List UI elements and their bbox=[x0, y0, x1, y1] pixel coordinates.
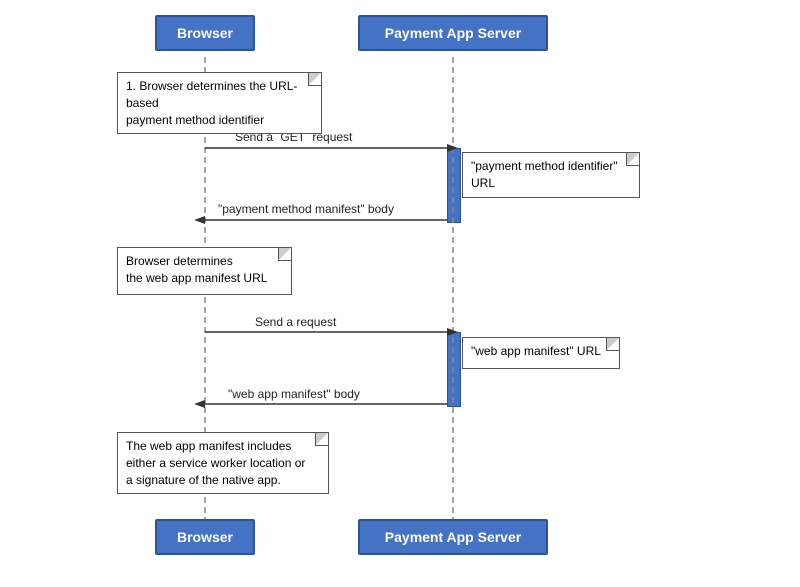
note-3: The web app manifest includes either a s… bbox=[117, 432, 329, 494]
browser-lifeline-top: Browser bbox=[155, 15, 255, 51]
sequence-diagram: Browser Payment App Server Browser Payme… bbox=[0, 0, 800, 587]
note-2: Browser determines the web app manifest … bbox=[117, 247, 292, 295]
browser-lifeline-bottom: Browser bbox=[155, 519, 255, 555]
activation-box-2 bbox=[447, 332, 461, 407]
msg3-label: Send a request bbox=[255, 315, 336, 329]
activation-box-1 bbox=[447, 148, 461, 223]
note-1: 1. Browser determines the URL-based paym… bbox=[117, 72, 322, 134]
server-note-2: "web app manifest" URL bbox=[462, 337, 620, 369]
server-lifeline-bottom: Payment App Server bbox=[358, 519, 548, 555]
msg4-label: "web app manifest" body bbox=[228, 387, 360, 401]
server-lifeline-top: Payment App Server bbox=[358, 15, 548, 51]
server-note-1: "payment method identifier" URL bbox=[462, 152, 640, 198]
msg2-label: "payment method manifest" body bbox=[218, 202, 394, 216]
